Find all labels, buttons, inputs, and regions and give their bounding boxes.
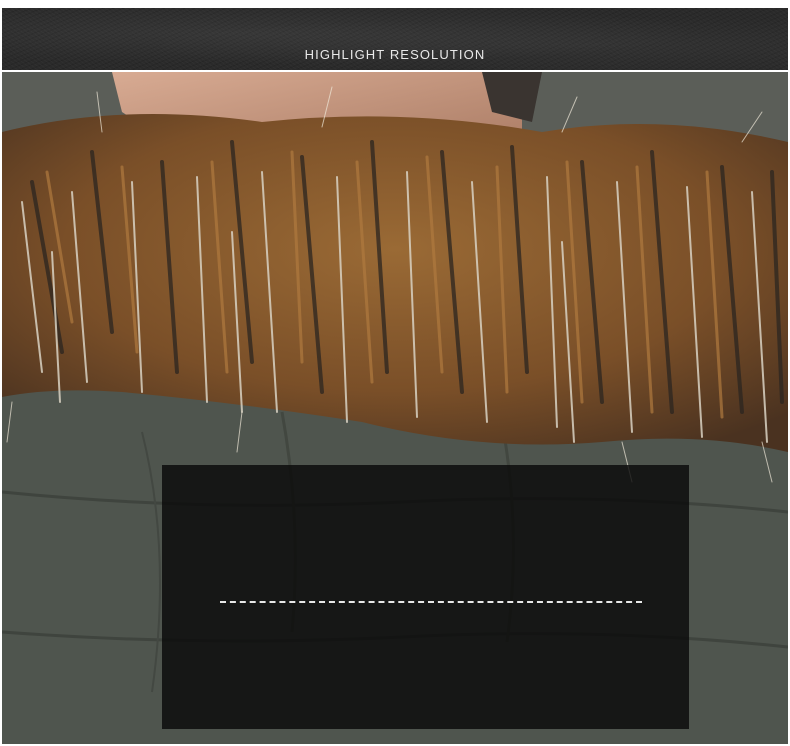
banner-title: HIGHLIGHT RESOLUTION	[304, 47, 486, 62]
dark-overlay-panel	[162, 465, 689, 729]
header-banner: HIGHLIGHT RESOLUTION	[2, 8, 788, 70]
dashed-divider	[220, 601, 642, 603]
